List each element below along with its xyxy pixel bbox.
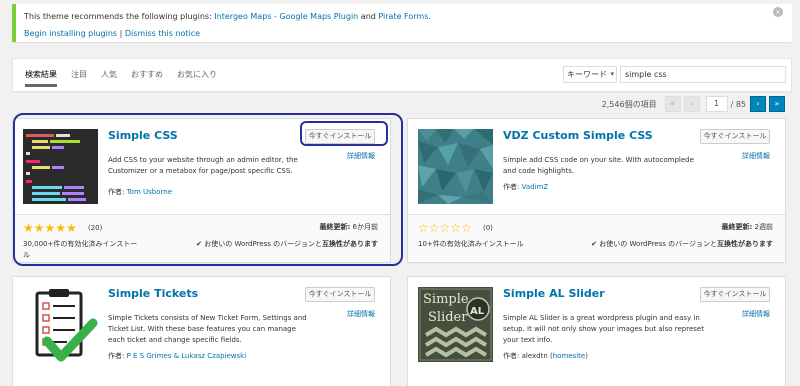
chevron-down-icon: ▾ bbox=[610, 70, 614, 78]
rating-stars: ☆☆☆☆☆ bbox=[418, 221, 472, 235]
tab-featured[interactable]: 注目 bbox=[71, 69, 87, 87]
tab-popular[interactable]: 人気 bbox=[101, 69, 117, 87]
search-type-value: キーワード bbox=[567, 70, 607, 79]
dismiss-notice-link[interactable]: Dismiss this notice bbox=[125, 29, 200, 38]
author-homesite-link[interactable]: homesite bbox=[553, 352, 586, 360]
plugin-description: Simple Tickets consists of New Ticket Fo… bbox=[108, 314, 307, 344]
notice-suffix: . bbox=[428, 12, 431, 21]
plugin-notice: This theme recommends the following plug… bbox=[12, 4, 792, 42]
notice-message: This theme recommends the following plug… bbox=[24, 12, 431, 21]
compat-text: ✔ お使いの WordPress のバージョンと bbox=[591, 240, 717, 248]
compat-bold: 互換性があります bbox=[717, 240, 773, 248]
plugin-card-simple-tickets: Simple Tickets 今すぐインストール 詳細情報 Simple Tic… bbox=[12, 276, 391, 386]
plugin-description: Simple add CSS code on your site. With a… bbox=[503, 156, 694, 175]
compatibility: ✔ お使いの WordPress のバージョンと互換性があります bbox=[591, 239, 773, 249]
plugin-name[interactable]: Simple Tickets bbox=[108, 287, 198, 300]
next-page-button[interactable]: › bbox=[750, 96, 766, 112]
notice-and: and bbox=[358, 12, 379, 21]
plugin-name[interactable]: Simple AL Slider bbox=[503, 287, 605, 300]
begin-installing-link[interactable]: Begin installing plugins bbox=[24, 29, 117, 38]
plugin-author: 作者: P E S Grimes & Lukasz Czapiewski bbox=[108, 351, 246, 361]
plugin-card-simple-al-slider: Simple Slider AL Simple AL Slider 今すぐインス… bbox=[407, 276, 786, 386]
tab-recommended[interactable]: おすすめ bbox=[131, 69, 163, 87]
install-now-button[interactable]: 今すぐインストール bbox=[700, 129, 770, 144]
install-now-button[interactable]: 今すぐインストール bbox=[700, 287, 770, 302]
plugin-author: 作者: alexdtn (homesite) bbox=[503, 351, 588, 361]
search-type-select[interactable]: キーワード ▾ bbox=[563, 66, 617, 83]
plugin-thumbnail bbox=[418, 129, 493, 204]
pagination: 2,546個の項目 « ‹ 1 / 85 › » bbox=[602, 96, 788, 112]
author-label: 作者: bbox=[503, 183, 522, 191]
more-details-link[interactable]: 詳細情報 bbox=[742, 309, 770, 319]
plugin-name[interactable]: VDZ Custom Simple CSS bbox=[503, 129, 653, 142]
close-icon[interactable]: × bbox=[773, 7, 783, 17]
last-updated: 最終更新: 2週前 bbox=[722, 222, 774, 232]
first-page-button: « bbox=[664, 96, 681, 112]
notice-text: This theme recommends the following plug… bbox=[24, 12, 215, 21]
author-close-paren: ) bbox=[585, 352, 588, 360]
tab-favorites[interactable]: お気に入り bbox=[177, 69, 217, 87]
thumb-text-slider: Slider bbox=[428, 310, 468, 325]
total-pages: / 85 bbox=[730, 99, 746, 109]
more-details-link[interactable]: 詳細情報 bbox=[347, 309, 375, 319]
filter-tabs: 検索結果 注目 人気 おすすめ お気に入り bbox=[25, 69, 231, 87]
plugin-card-vdz: VDZ Custom Simple CSS 今すぐインストール 詳細情報 Sim… bbox=[407, 118, 786, 263]
plugin-card-footer: ☆☆☆☆☆ (0) 10+件の有効化済みインストール 最終更新: 2週前 ✔ お… bbox=[408, 214, 785, 262]
last-page-button[interactable]: » bbox=[769, 96, 785, 112]
author-name: alexdtn ( bbox=[521, 352, 553, 360]
author-link[interactable]: VadimZ bbox=[522, 183, 549, 191]
plugin-description: Simple AL Slider is a great wordpress pl… bbox=[503, 314, 704, 344]
last-updated-value: 2週前 bbox=[752, 223, 773, 231]
plugin-thumbnail bbox=[23, 287, 98, 362]
intergeo-link[interactable]: Intergeo Maps - Google Maps Plugin bbox=[214, 12, 358, 21]
notice-separator: | bbox=[117, 29, 125, 38]
plugin-author: 作者: VadimZ bbox=[503, 182, 548, 192]
tab-search-results[interactable]: 検索結果 bbox=[25, 69, 57, 87]
author-label: 作者: bbox=[108, 352, 127, 360]
author-label: 作者: bbox=[503, 352, 522, 360]
plugin-thumbnail: Simple Slider AL bbox=[418, 287, 493, 362]
search-input[interactable]: simple css bbox=[620, 66, 786, 83]
more-details-link[interactable]: 詳細情報 bbox=[742, 151, 770, 161]
thumb-badge: AL bbox=[470, 306, 485, 317]
pirate-forms-link[interactable]: Pirate Forms bbox=[378, 12, 428, 21]
active-installs: 10+件の有効化済みインストール bbox=[418, 240, 524, 248]
install-now-button[interactable]: 今すぐインストール bbox=[305, 287, 375, 302]
notice-actions: Begin installing plugins | Dismiss this … bbox=[24, 29, 200, 38]
filter-bar: 検索結果 注目 人気 おすすめ お気に入り キーワード ▾ simple css bbox=[12, 58, 792, 92]
thumb-text-simple: Simple bbox=[423, 292, 469, 307]
current-page-input[interactable]: 1 bbox=[705, 96, 728, 112]
author-link[interactable]: P E S Grimes & Lukasz Czapiewski bbox=[127, 352, 247, 360]
prev-page-button: ‹ bbox=[683, 96, 700, 112]
install-highlight-annotation bbox=[300, 121, 388, 146]
rating-count: (0) bbox=[483, 224, 493, 232]
item-count: 2,546個の項目 bbox=[601, 99, 657, 109]
last-updated-label: 最終更新: bbox=[721, 223, 753, 231]
